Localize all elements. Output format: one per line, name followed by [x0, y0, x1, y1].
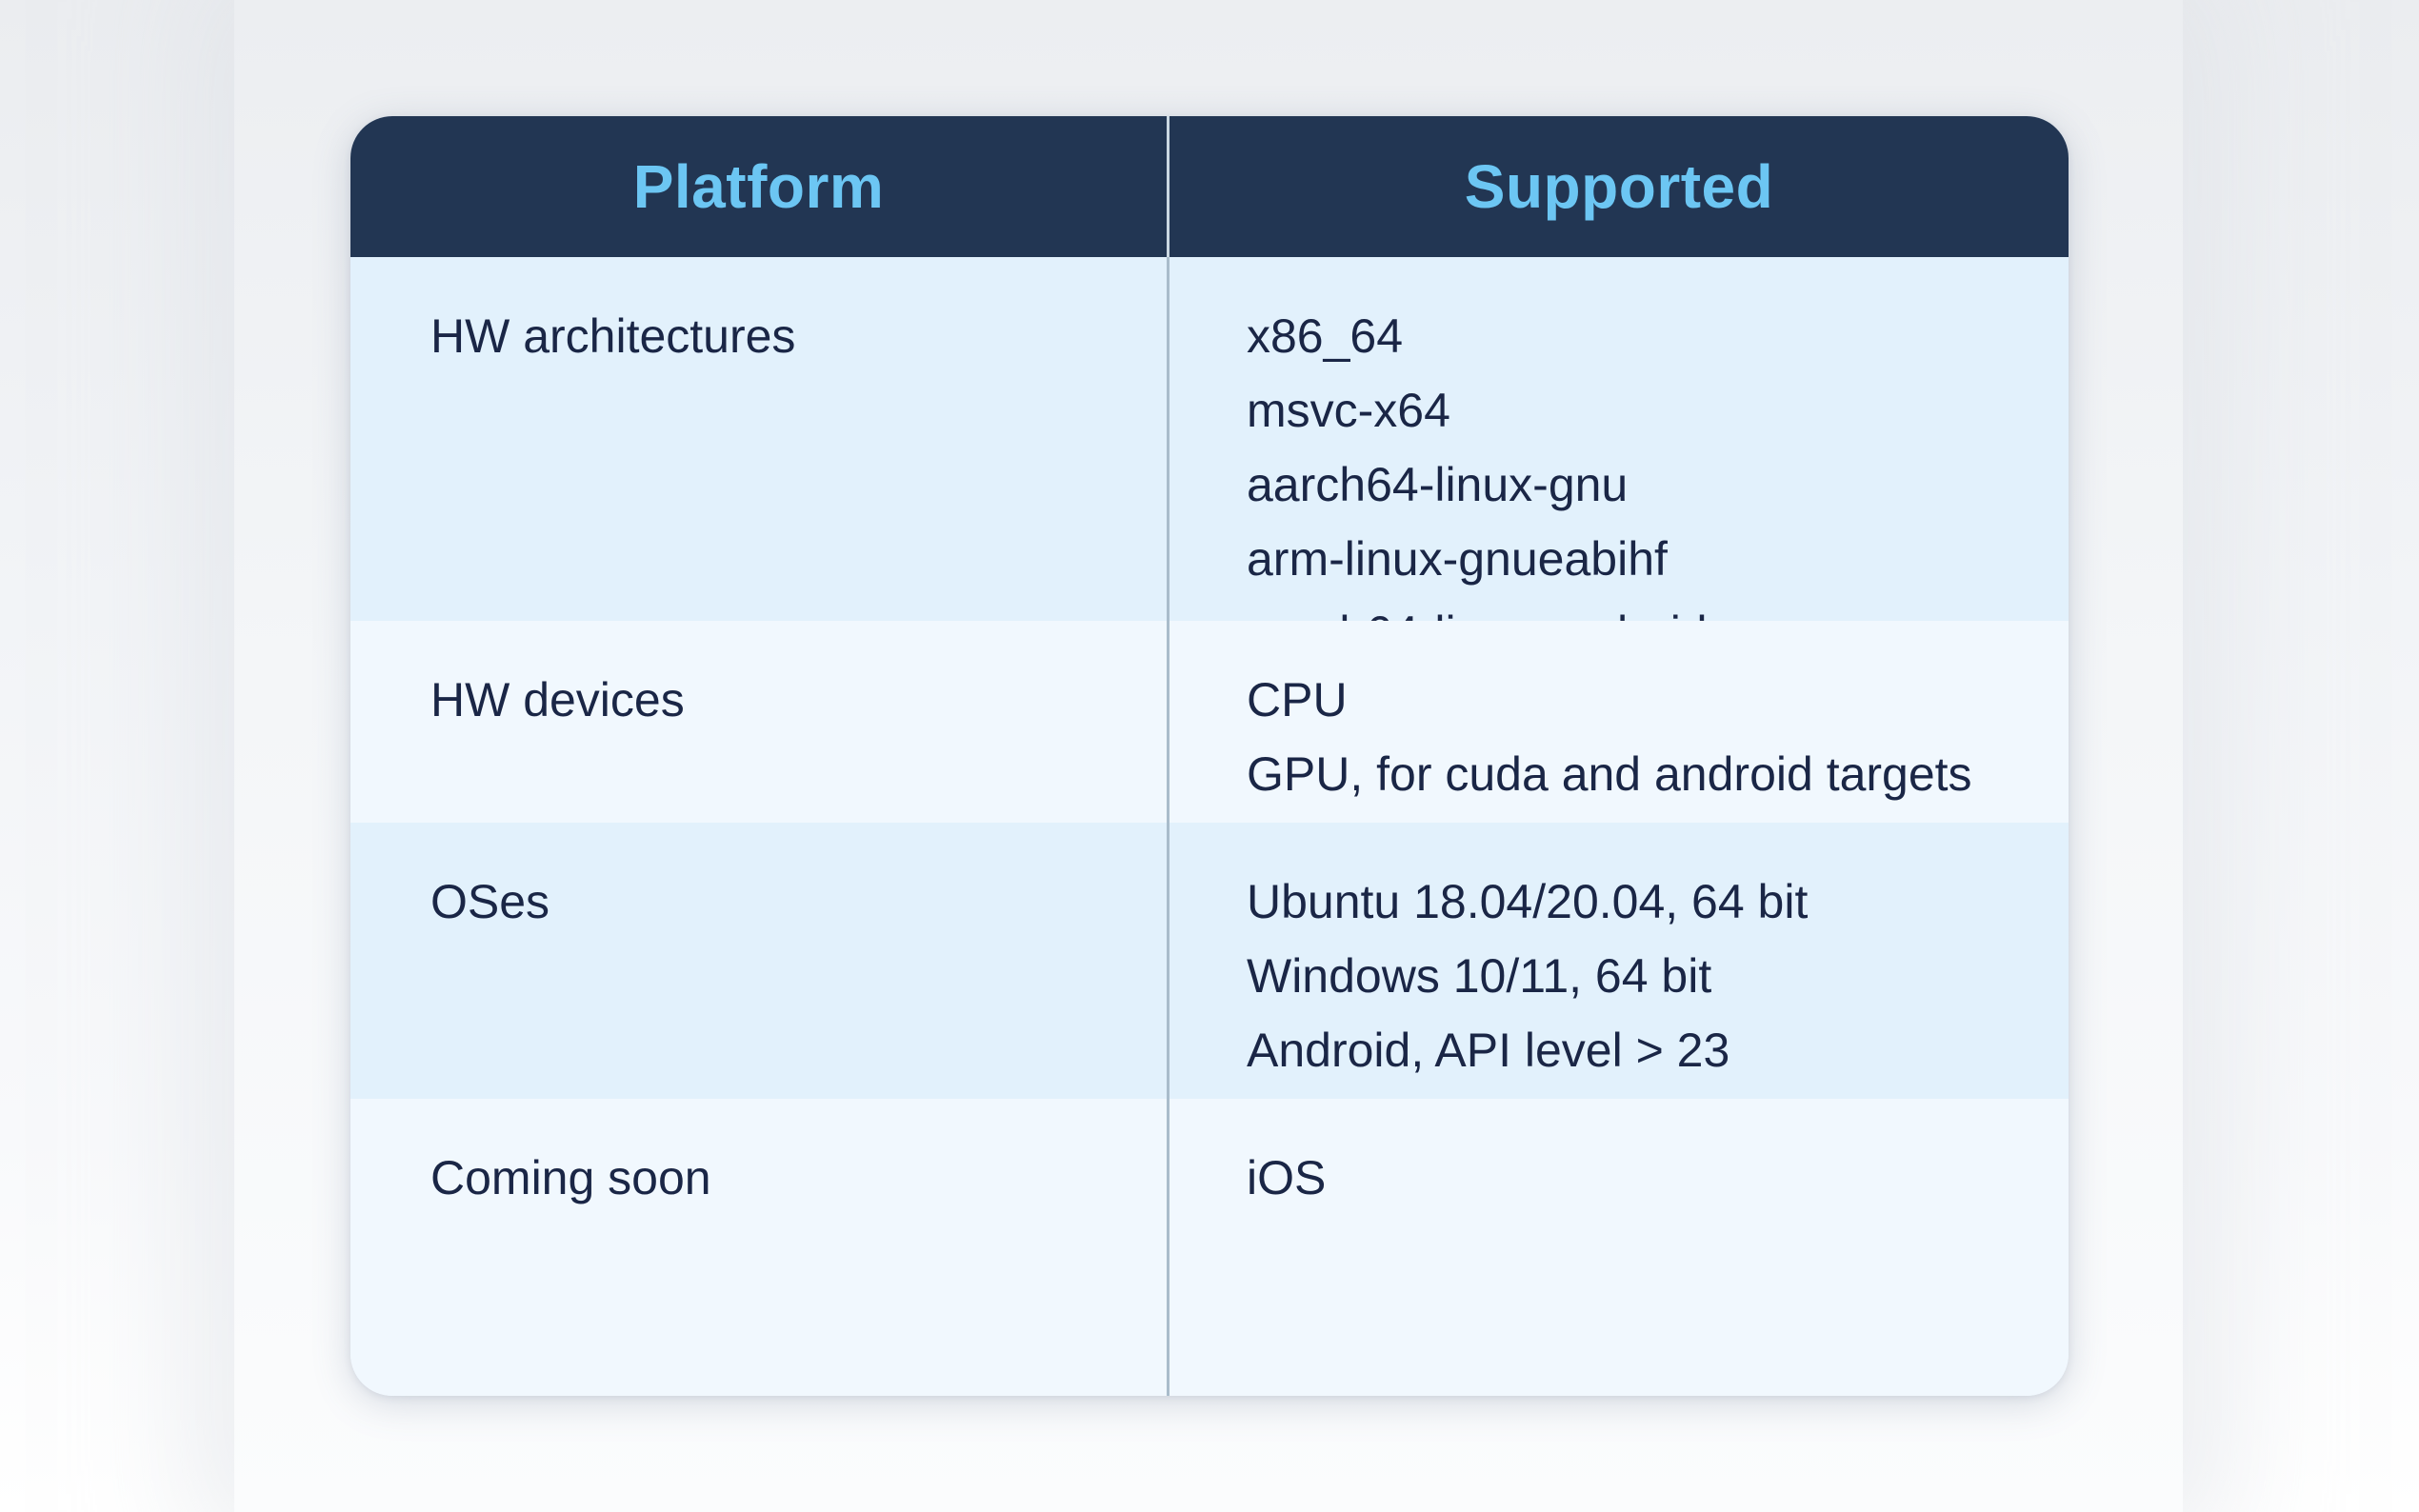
platform-cell: HW devices: [430, 621, 1135, 737]
supported-item: Windows 10/11, 64 bit: [1247, 949, 1712, 1003]
platform-cell: OSes: [430, 823, 1135, 939]
column-divider: [1167, 116, 1170, 1396]
table-row: HW architectures x86_64 msvc-x64 aarch64…: [350, 257, 2069, 734]
supported-item: Ubuntu 18.04/20.04, 64 bit: [1247, 875, 1809, 928]
platform-label: HW devices: [430, 673, 685, 726]
supported-cell: CPU GPU, for cuda and android targets: [1247, 621, 2047, 811]
platform-cell: Coming soon: [430, 1099, 1135, 1215]
supported-item: CPU: [1247, 673, 1348, 726]
table-header-row: Platform Supported: [350, 116, 2069, 257]
header-supported: Supported: [1464, 152, 1774, 221]
supported-item: msvc-x64: [1247, 384, 1450, 437]
supported-item: arm-linux-gnueabihf: [1247, 532, 1668, 586]
supported-item: x86_64: [1247, 309, 1404, 363]
supported-item: Android, API level > 23: [1247, 1024, 1730, 1077]
header-platform: Platform: [632, 152, 885, 221]
table-body: Platform Supported HW architectures x86_…: [350, 116, 2069, 1396]
platform-label: OSes: [430, 875, 550, 928]
table-row: OSes Ubuntu 18.04/20.04, 64 bit Windows …: [350, 823, 2069, 1099]
table-row: HW devices CPU GPU, for cuda and android…: [350, 621, 2069, 823]
supported-item: aarch64-linux-gnu: [1247, 458, 1629, 511]
supported-item: GPU, for cuda and android targets: [1247, 747, 1972, 801]
platform-label: HW architectures: [430, 309, 796, 363]
platform-cell: HW architectures: [430, 257, 1135, 373]
header-column-divider: [1167, 116, 1170, 257]
supported-item: iOS: [1247, 1151, 1327, 1204]
platform-label: Coming soon: [430, 1151, 711, 1204]
table-row: Coming soon iOS: [350, 1099, 2069, 1396]
platform-support-table: Platform Supported HW architectures x86_…: [350, 116, 2069, 1396]
supported-cell: iOS: [1247, 1099, 2047, 1215]
supported-cell: Ubuntu 18.04/20.04, 64 bit Windows 10/11…: [1247, 823, 2047, 1087]
